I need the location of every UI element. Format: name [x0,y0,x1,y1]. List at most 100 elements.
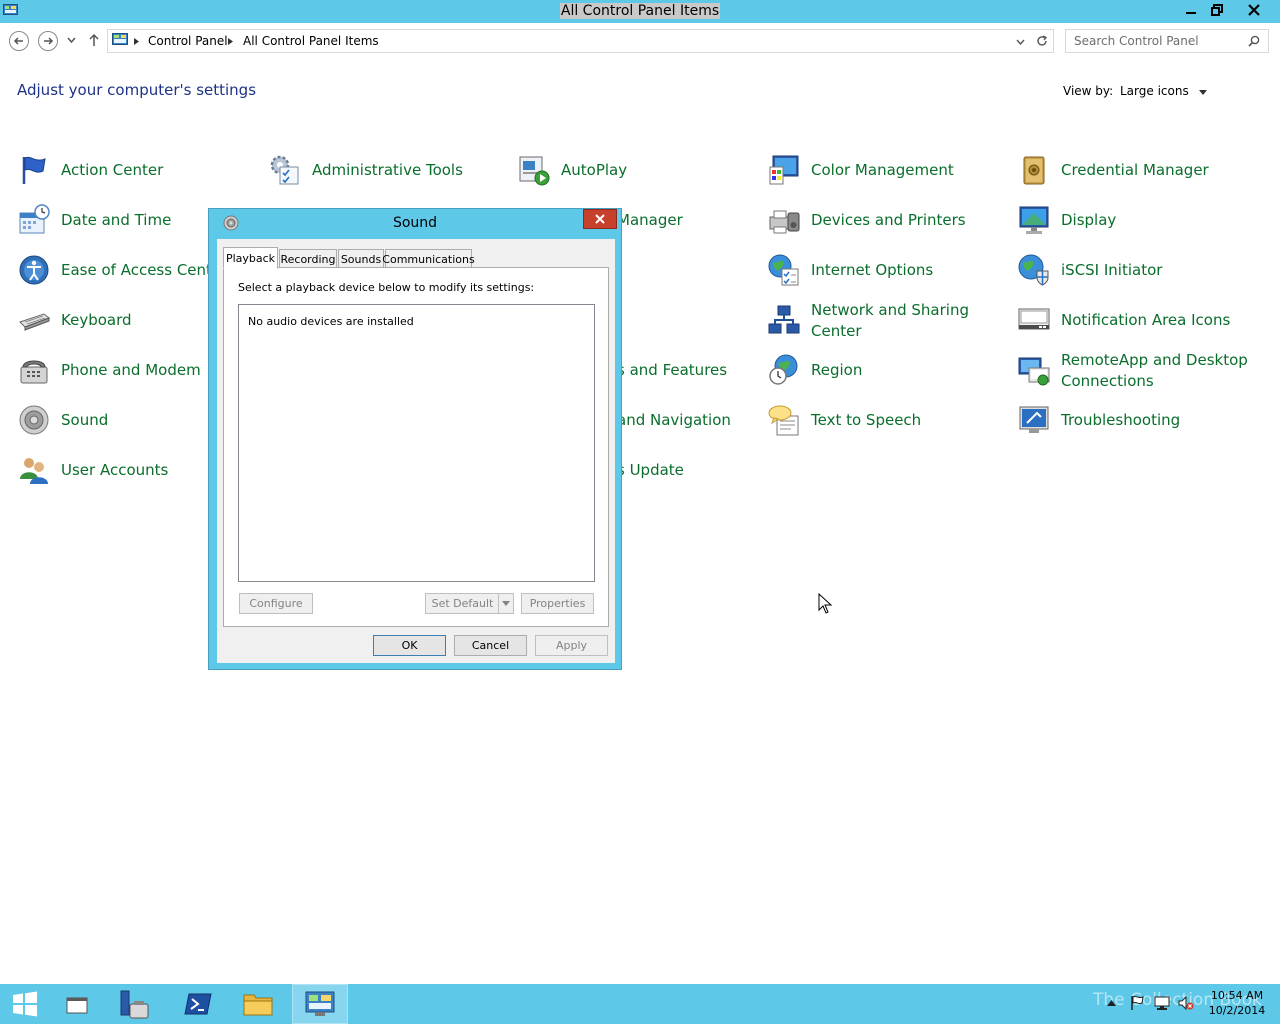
cp-item-user-accounts[interactable]: User Accounts [17,450,168,490]
users-icon [20,458,48,484]
cp-item-autoplay[interactable]: AutoPlay [517,150,627,190]
close-button[interactable] [1232,0,1276,20]
cp-item-ease-of-access[interactable]: Ease of Access Center [17,250,227,290]
show-hidden-icons-icon[interactable] [1107,1000,1116,1006]
ok-button[interactable]: OK [373,635,446,656]
cp-item-remoteapp[interactable]: RemoteApp and Desktop Connections [1017,350,1251,392]
autoplay-icon [519,156,550,186]
search-box[interactable] [1065,29,1269,53]
cp-item-display[interactable]: Display [1017,200,1116,240]
set-default-dropdown-button[interactable] [498,593,514,614]
tab-communications[interactable]: Communications [382,249,475,269]
clock-time: 10:54 AM [1210,989,1264,1002]
remote-desktop-icon [1018,357,1050,386]
taskbar-powershell[interactable] [170,984,226,1024]
cp-item-color-management[interactable]: Color Management [767,150,954,190]
close-icon [595,214,605,224]
view-by-dropdown[interactable]: Large icons [1120,84,1207,98]
tab-recording[interactable]: Recording [279,249,337,269]
cp-item-sound[interactable]: Sound [17,400,108,440]
apply-button[interactable]: Apply [535,635,608,656]
sound-dialog: Sound Playback Recording Sounds Communic… [208,208,622,670]
address-bar[interactable]: Control Panel All Control Panel Items [107,29,1054,53]
cp-item-internet-options[interactable]: Internet Options [767,250,933,290]
globe-shield-icon [1018,254,1049,286]
folder-icon [243,994,273,1016]
cp-item-region[interactable]: Region [767,350,862,390]
globe-checklist-icon [768,254,799,286]
refresh-icon[interactable] [1036,35,1048,47]
view-by-label: View by: [1063,84,1114,98]
taskbar-server-manager-app[interactable] [106,984,162,1024]
system-clock[interactable]: 10:54 AM 10/2/2014 [1205,988,1269,1018]
search-icon[interactable] [1248,35,1260,47]
breadcrumb-chevron-icon[interactable] [228,38,233,45]
taskbar-server-manager[interactable] [50,984,106,1024]
cp-item-network-and-sharing[interactable]: Network and Sharing Center [767,300,1001,342]
playback-device-list[interactable]: No audio devices are installed [238,304,595,582]
search-input[interactable] [1074,31,1244,51]
administrative-tools-icon [270,155,299,185]
cp-item-iscsi-initiator[interactable]: iSCSI Initiator [1017,250,1162,290]
cp-item-windows-update[interactable]: s Update [617,450,684,490]
arrow-right-icon [44,37,54,45]
page-heading: Adjust your computer's settings [17,81,257,99]
cp-item-text-to-speech[interactable]: Text to Speech [767,400,921,440]
cp-item-keyboard[interactable]: Keyboard [17,300,132,340]
address-history-dropdown-icon[interactable] [1016,39,1025,45]
cp-item-device-manager[interactable]: Manager [617,200,683,240]
taskbar-control-panel[interactable] [292,984,348,1024]
forward-button[interactable] [38,31,58,51]
cp-item-action-center[interactable]: Action Center [17,150,163,190]
minimize-button[interactable] [1178,0,1204,20]
arrow-left-icon [13,37,23,45]
restore-button[interactable] [1204,0,1230,20]
cp-item-taskbar-and-navigation[interactable]: and Navigation [617,400,731,440]
vault-icon [1023,156,1045,185]
tab-sounds[interactable]: Sounds [338,249,384,269]
control-panel-icon [305,991,335,1016]
cp-item-troubleshooting[interactable]: Troubleshooting [1017,400,1180,440]
cp-item-notification-area-icons[interactable]: Notification Area Icons [1017,300,1230,340]
no-devices-message: No audio devices are installed [248,315,414,328]
color-management-icon [769,155,799,185]
clock-date: 10/2/2014 [1208,1004,1266,1017]
properties-button[interactable]: Properties [521,593,594,614]
configure-button[interactable]: Configure [239,593,313,614]
set-default-button[interactable]: Set Default [425,593,500,614]
network-tray-icon[interactable] [1154,995,1170,1011]
window-title: All Control Panel Items [559,3,721,19]
breadcrumb-control-panel[interactable]: Control Panel [148,34,228,48]
volume-muted-icon[interactable] [1178,995,1194,1011]
cp-item-date-and-time[interactable]: Date and Time [17,200,171,240]
recent-locations-dropdown-icon[interactable] [67,37,76,43]
minimize-icon [1186,12,1196,14]
window-titlebar: All Control Panel Items [0,0,1280,23]
troubleshooting-icon [1019,406,1049,433]
taskbar-file-explorer[interactable] [230,984,286,1024]
flag-icon [22,156,46,184]
dialog-close-button[interactable] [583,209,617,229]
up-arrow-icon[interactable] [88,33,100,47]
powershell-icon [184,993,212,1015]
view-by-value: Large icons [1120,84,1189,98]
mouse-pointer-icon [818,593,832,614]
cp-item-devices-and-printers[interactable]: Devices and Printers [767,200,966,240]
cp-item-credential-manager[interactable]: Credential Manager [1017,150,1209,190]
cp-item-programs-and-features[interactable]: s and Features [617,350,727,390]
caret-down-icon [1198,90,1207,95]
breadcrumb-all-control-panel-items[interactable]: All Control Panel Items [243,34,379,48]
keyboard-icon [19,313,50,331]
cp-item-phone-and-modem[interactable]: Phone and Modem [17,350,201,390]
action-center-flag-icon[interactable] [1130,995,1144,1011]
back-button[interactable] [9,31,29,51]
cp-item-administrative-tools[interactable]: Administrative Tools [268,150,463,190]
start-button[interactable] [0,984,50,1024]
breadcrumb-chevron-icon[interactable] [134,38,139,45]
server-manager-icon [120,990,149,1019]
cancel-button[interactable]: Cancel [454,635,527,656]
network-icon [768,305,800,334]
region-globe-clock-icon [769,354,798,385]
windows-logo-icon [13,991,37,1017]
tab-playback[interactable]: Playback [223,247,278,269]
